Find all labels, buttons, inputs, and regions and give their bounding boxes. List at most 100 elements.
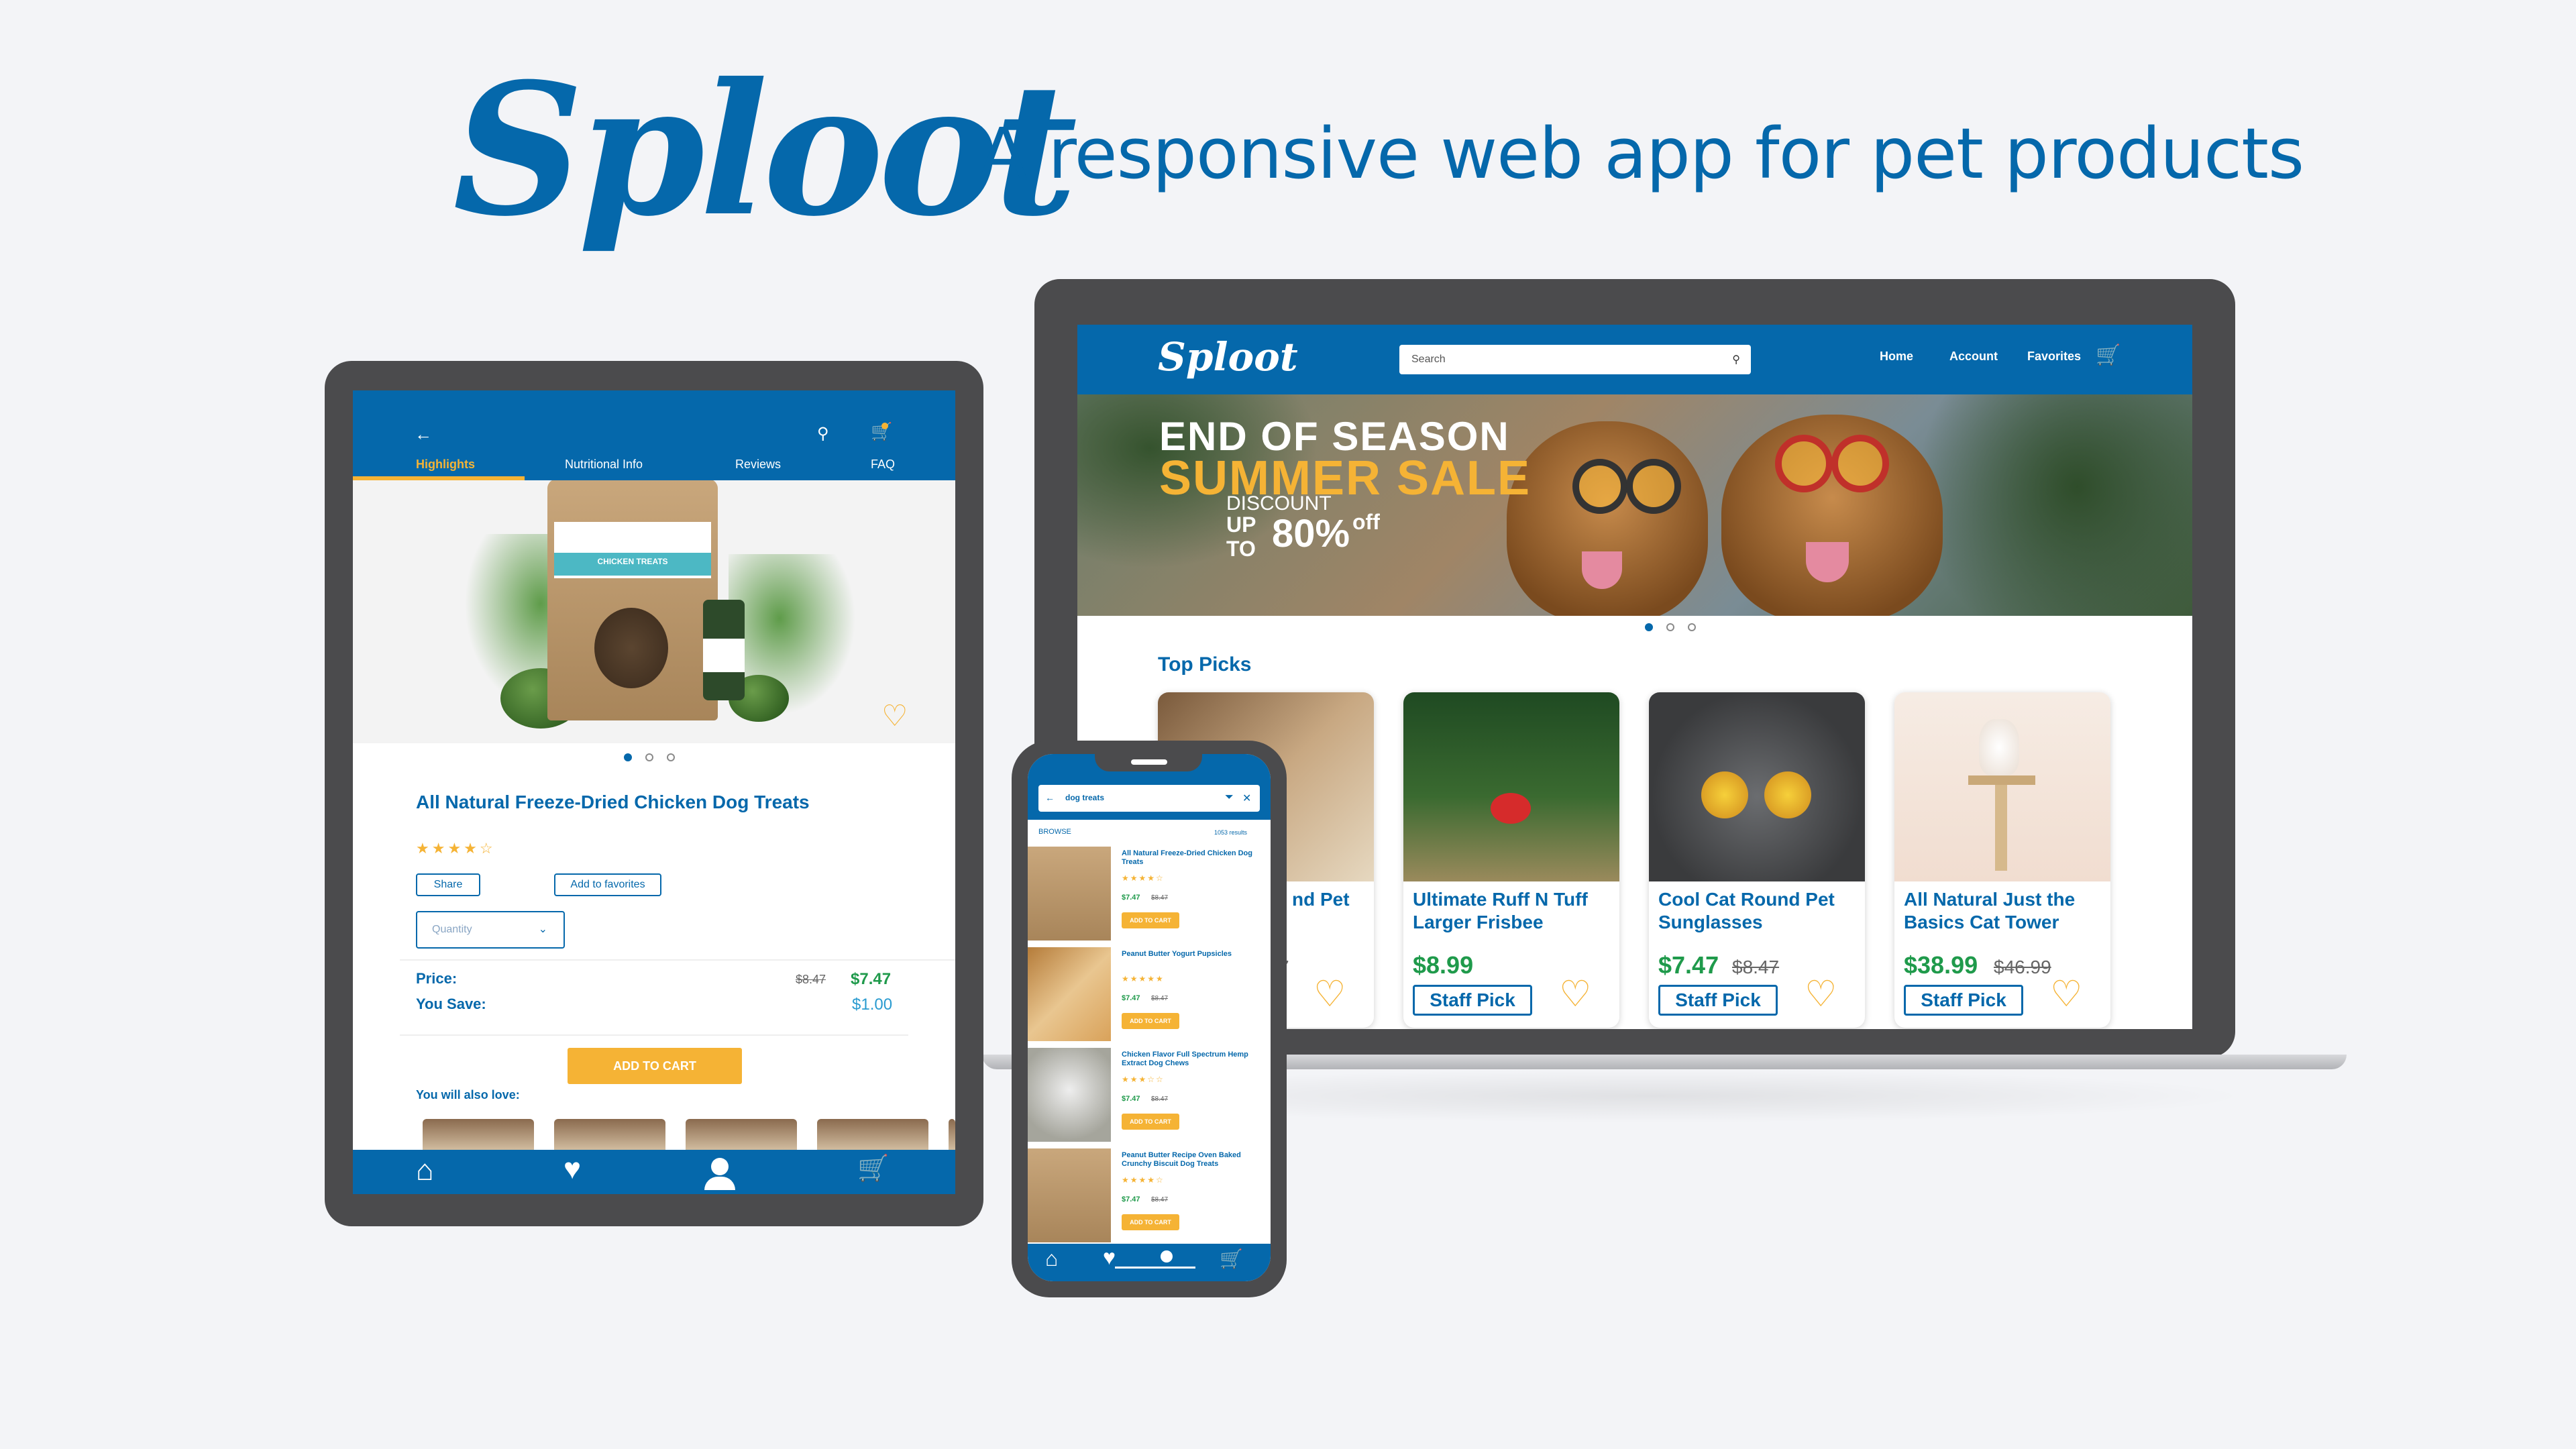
search-placeholder: Search: [1411, 354, 1446, 365]
tab-faq[interactable]: FAQ: [871, 458, 895, 472]
recommendation-thumb[interactable]: [949, 1119, 955, 1152]
account-icon-body: [704, 1177, 735, 1190]
add-to-cart-button[interactable]: ADD TO CART: [568, 1048, 742, 1084]
search-icon[interactable]: ⚲: [817, 424, 829, 443]
heart-icon[interactable]: ♡: [881, 699, 908, 733]
product-name-2: Ultimate Ruff N Tuff Larger Frisbee: [1413, 889, 1588, 932]
old-price: $8.47: [796, 973, 826, 986]
cart-nav-icon[interactable]: 🛒: [857, 1154, 889, 1183]
recommendation-thumb[interactable]: [423, 1119, 534, 1152]
recommendation-thumb[interactable]: [817, 1119, 928, 1152]
back-arrow-icon[interactable]: ←: [1045, 792, 1055, 803]
recommendation-thumb[interactable]: [686, 1119, 797, 1152]
product-name-3: Cool Cat Round Pet Sunglasses: [1658, 889, 1835, 932]
heart-nav-icon[interactable]: ♥: [1103, 1245, 1116, 1270]
cat-sunglass-left: [1701, 771, 1748, 818]
result-name-1[interactable]: All Natural Freeze-Dried Chicken Dog Tre…: [1122, 849, 1263, 867]
nav-favorites-link[interactable]: Favorites: [2027, 350, 2081, 364]
tab-reviews[interactable]: Reviews: [735, 458, 781, 472]
search-value: dog treats: [1065, 793, 1105, 802]
result-old-price-2: $8.47: [1151, 995, 1169, 1002]
add-to-favorites-button[interactable]: Add to favorites: [554, 873, 661, 896]
image-carousel-dots[interactable]: [617, 753, 682, 765]
back-arrow-icon[interactable]: ←: [415, 424, 432, 445]
also-love-title: You will also love:: [416, 1088, 520, 1102]
palm-decoration: [1916, 394, 2192, 616]
heart-nav-icon[interactable]: ♥: [564, 1152, 581, 1186]
cart-badge: [881, 423, 888, 429]
phone-search-input[interactable]: ← dog treats ⏷ ✕: [1038, 785, 1260, 812]
rating-stars: ★★★★☆: [416, 840, 496, 857]
active-indicator: [1115, 1267, 1195, 1269]
result-old-price-1: $8.47: [1151, 894, 1169, 902]
laptop-logo[interactable]: Sploot: [1158, 334, 1298, 380]
close-icon[interactable]: ✕: [1242, 792, 1251, 805]
search-icon[interactable]: ⚲: [1732, 353, 1740, 366]
tab-nutritional-info[interactable]: Nutritional Info: [565, 458, 643, 472]
result-image-4[interactable]: [1028, 1148, 1111, 1242]
hero-to-text: TO: [1226, 537, 1256, 561]
result-add-to-cart-1[interactable]: ADD TO CART: [1122, 912, 1179, 928]
nav-home-link[interactable]: Home: [1880, 350, 1913, 364]
product-price-4: $38.99: [1904, 951, 1978, 979]
dog-right: [1721, 415, 1943, 616]
product-card-2[interactable]: Ultimate Ruff N Tuff Larger Frisbee $8.9…: [1403, 692, 1619, 1028]
product-card-3[interactable]: Cool Cat Round Pet Sunglasses $7.47 $8.4…: [1649, 692, 1865, 1028]
cat-tower-platform: [1968, 775, 2035, 785]
tagline: A responsive web app for pet products: [979, 113, 2304, 195]
account-icon[interactable]: [711, 1158, 729, 1175]
result-price-4: $7.47: [1122, 1195, 1140, 1203]
result-image-1[interactable]: [1028, 847, 1111, 941]
laptop-search-input[interactable]: Search ⚲: [1399, 345, 1751, 374]
bag-text: CHICKEN TREATS: [597, 557, 668, 566]
result-image-3[interactable]: [1028, 1048, 1111, 1142]
hero-banner[interactable]: END OF SEASON SUMMER SALE DISCOUNT UP TO …: [1077, 394, 2192, 616]
cat-tower-post: [1995, 784, 2007, 871]
share-button[interactable]: Share: [416, 873, 480, 896]
product-card-4[interactable]: All Natural Just the Basics Cat Tower $3…: [1894, 692, 2110, 1028]
result-stars-2: ★★★★★: [1122, 974, 1165, 983]
hero-carousel-dots[interactable]: [1638, 623, 1703, 635]
result-price-3: $7.47: [1122, 1095, 1140, 1103]
tab-highlights[interactable]: Highlights: [416, 458, 475, 472]
result-name-4[interactable]: Peanut Butter Recipe Oven Baked Crunchy …: [1122, 1151, 1263, 1169]
heart-icon[interactable]: ♡: [2050, 973, 2082, 1015]
chevron-down-icon: ⌄: [538, 924, 547, 935]
staff-pick-button[interactable]: Staff Pick: [1413, 985, 1532, 1016]
cart-icon[interactable]: 🛒: [2096, 343, 2121, 367]
sunglasses-right-b: [1831, 435, 1889, 492]
top-picks-title: Top Picks: [1158, 653, 1252, 676]
results-count: 1053 results: [1214, 829, 1248, 836]
cart-nav-icon[interactable]: 🛒: [1220, 1248, 1243, 1270]
recommendation-thumb[interactable]: [554, 1119, 665, 1152]
staff-pick-button[interactable]: Staff Pick: [1658, 985, 1778, 1016]
hero-percent: 80%: [1272, 512, 1350, 555]
staff-pick-button[interactable]: Staff Pick: [1904, 985, 2023, 1016]
heart-icon[interactable]: ♡: [1805, 973, 1837, 1015]
account-icon[interactable]: [1161, 1250, 1173, 1263]
product-image-carousel[interactable]: CHICKEN TREATS ♡: [353, 480, 955, 743]
cat: [1979, 719, 2019, 775]
hero-off: off: [1352, 510, 1380, 534]
result-add-to-cart-2[interactable]: ADD TO CART: [1122, 1013, 1179, 1029]
result-name-3[interactable]: Chicken Flavor Full Spectrum Hemp Extrac…: [1122, 1051, 1263, 1068]
sunglasses-left-b: [1626, 459, 1681, 514]
product-name-1: nd Pet: [1292, 889, 1350, 910]
result-stars-4: ★★★★☆: [1122, 1175, 1165, 1185]
hero-up: UP TO: [1226, 513, 1256, 561]
home-icon[interactable]: ⌂: [416, 1154, 434, 1187]
heart-icon[interactable]: ♡: [1559, 973, 1591, 1015]
nav-account-link[interactable]: Account: [1949, 350, 1998, 364]
sunglasses-right: [1775, 435, 1833, 492]
result-image-2[interactable]: [1028, 947, 1111, 1041]
hero-up-text: UP: [1226, 513, 1256, 537]
quantity-select[interactable]: Quantity ⌄: [416, 911, 565, 949]
result-name-2[interactable]: Peanut Butter Yogurt Pupsicles: [1122, 950, 1263, 959]
filter-icon[interactable]: ⏷: [1225, 792, 1234, 804]
phone-screen: ← dog treats ⏷ ✕ BROWSE 1053 results All…: [1028, 754, 1271, 1281]
result-add-to-cart-3[interactable]: ADD TO CART: [1122, 1114, 1179, 1130]
result-add-to-cart-4[interactable]: ADD TO CART: [1122, 1214, 1179, 1230]
home-icon[interactable]: ⌂: [1045, 1246, 1058, 1271]
heart-icon[interactable]: ♡: [1313, 973, 1346, 1015]
product-image-2: [1403, 692, 1619, 881]
